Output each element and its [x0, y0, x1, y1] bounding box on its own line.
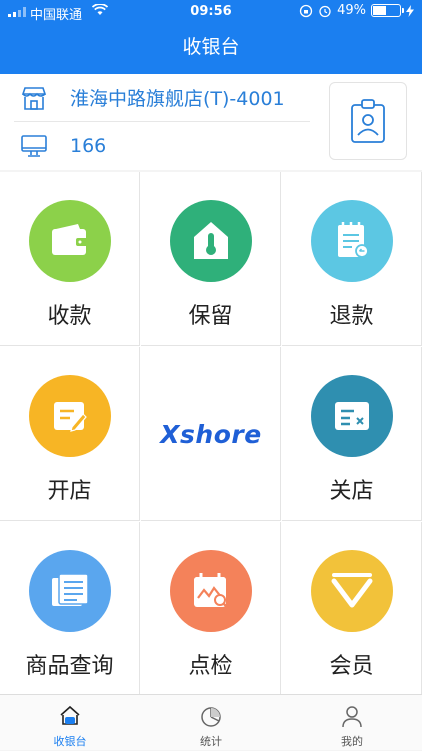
computer-icon — [21, 135, 47, 157]
tab-bar: 收银台 统计 我的 — [0, 694, 422, 750]
receive-payment-tile[interactable]: 收款 — [0, 172, 140, 346]
refund-note-icon — [338, 222, 369, 258]
refund-label: 退款 — [329, 304, 374, 329]
receive-payment-icon-circle — [29, 200, 111, 282]
tab-statistics[interactable]: 统计 — [141, 695, 281, 751]
close-store-tile[interactable]: 关店 — [282, 347, 422, 521]
inspection-tile[interactable]: 点检 — [141, 522, 281, 696]
tab-profile-label: 我的 — [341, 735, 363, 748]
store-name: 淮海中路旗舰店(T)-4001 — [70, 88, 285, 110]
rotation-lock-icon — [299, 4, 313, 17]
store-icon — [21, 86, 47, 110]
product-lookup-icon-circle — [29, 550, 111, 632]
svg-text:Xshore: Xshore — [158, 420, 261, 449]
cashier-icon — [60, 705, 80, 725]
receive-payment-label: 收款 — [47, 304, 92, 329]
product-lookup-tile[interactable]: 商品查询 — [0, 522, 140, 696]
xshore-logo: Xshore — [141, 419, 280, 453]
close-store-label: 关店 — [329, 479, 374, 504]
tab-cashier-label: 收银台 — [53, 735, 87, 748]
close-note-icon — [335, 402, 369, 430]
hold-label: 保留 — [188, 304, 233, 329]
document-list-icon — [52, 573, 89, 606]
tab-profile[interactable]: 我的 — [282, 695, 422, 751]
wallet-icon — [52, 224, 88, 255]
navbar: 收银台 — [0, 24, 422, 74]
brand-logo-tile: Xshore — [141, 347, 281, 521]
battery-percent: 49% — [337, 3, 366, 18]
product-lookup-label: 商品查询 — [25, 654, 114, 679]
open-store-tile[interactable]: 开店 — [0, 347, 140, 521]
close-store-icon-circle — [311, 375, 393, 457]
member-label: 会员 — [329, 654, 374, 679]
refund-icon-circle — [311, 200, 393, 282]
alarm-icon — [319, 5, 331, 17]
edit-note-icon — [54, 402, 87, 432]
open-store-icon-circle — [29, 375, 111, 457]
calendar-search-icon — [194, 573, 229, 609]
id-badge-icon — [351, 99, 385, 143]
tab-statistics-label: 统计 — [200, 735, 222, 748]
employee-badge-button[interactable] — [329, 82, 407, 160]
terminal-number: 166 — [70, 135, 107, 157]
status-bar: 中国联通 09:56 49% — [0, 0, 422, 24]
store-name-row: 淮海中路旗舰店(T)-4001 — [14, 74, 310, 122]
tab-cashier[interactable]: 收银台 — [0, 695, 140, 751]
function-grid: 收款 保留 退款 开店 Xshore 关店 商品查询 点检 会员 — [0, 172, 422, 696]
open-store-label: 开店 — [47, 479, 92, 504]
pie-chart-icon — [201, 707, 221, 727]
inspection-label: 点检 — [188, 654, 233, 679]
refund-tile[interactable]: 退款 — [282, 172, 422, 346]
charging-icon — [406, 4, 414, 17]
member-tile[interactable]: 会员 — [282, 522, 422, 696]
home-thermometer-icon — [194, 222, 228, 259]
page-title: 收银台 — [182, 36, 240, 58]
terminal-row: 166 — [14, 122, 310, 170]
member-icon-circle — [311, 550, 393, 632]
battery-icon — [371, 4, 404, 17]
hold-icon-circle — [170, 200, 252, 282]
inspection-icon-circle — [170, 550, 252, 632]
user-icon — [342, 706, 362, 728]
member-chevron-icon — [331, 573, 373, 608]
hold-tile[interactable]: 保留 — [141, 172, 281, 346]
